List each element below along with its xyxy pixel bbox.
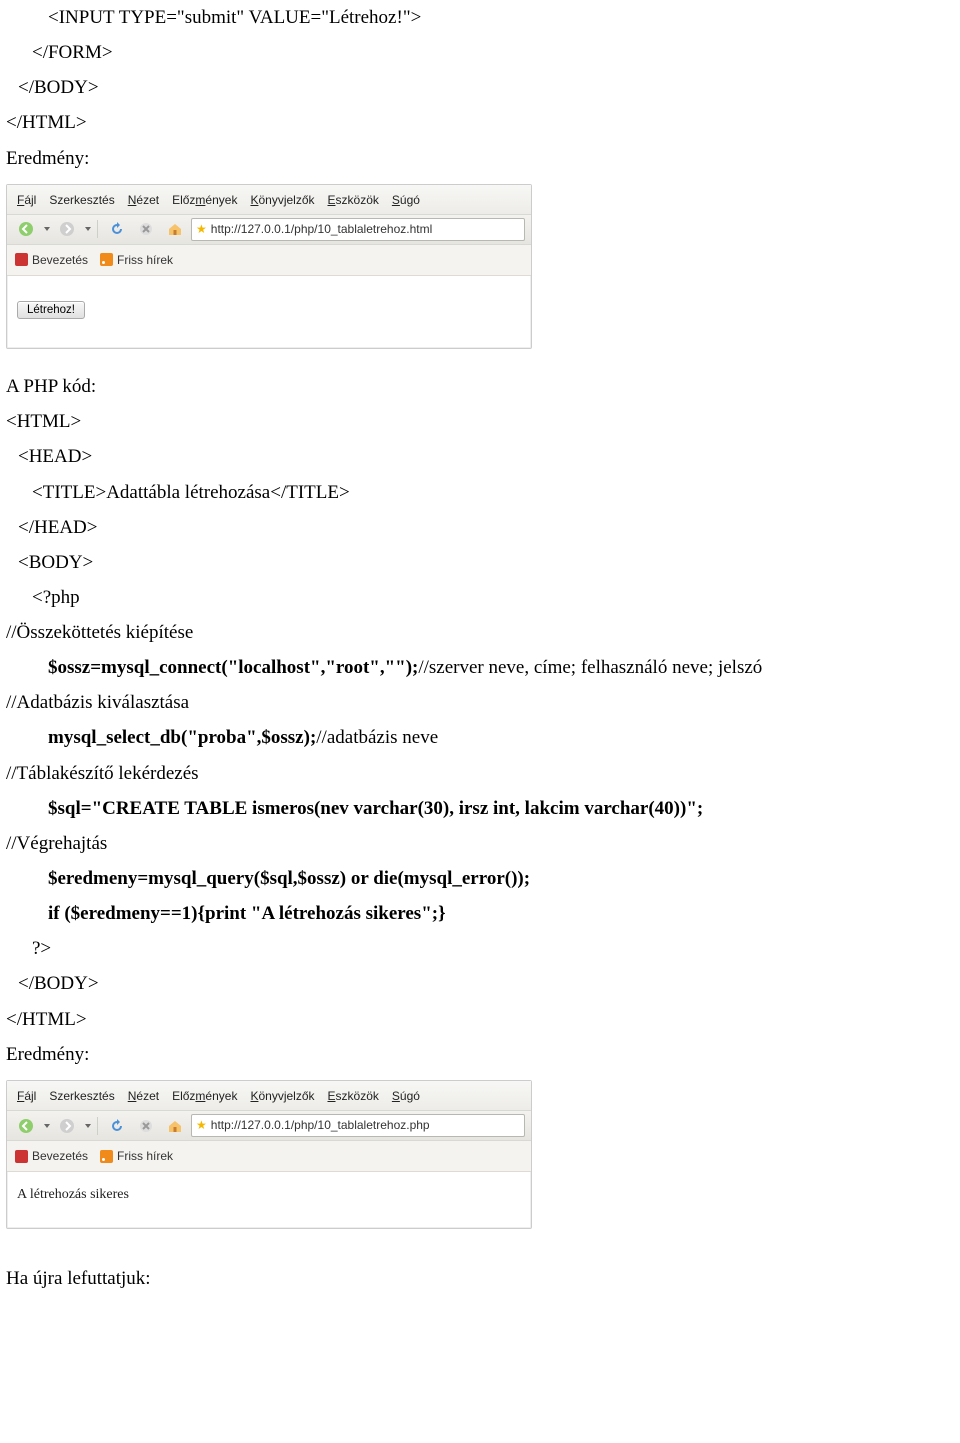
code-line: $sql="CREATE TABLE ismeros(nev varchar(3… bbox=[6, 791, 954, 826]
bookmark-label: Friss hírek bbox=[117, 1145, 173, 1167]
bookmark-star-icon: ★ bbox=[196, 1114, 207, 1136]
home-icon bbox=[167, 221, 183, 237]
stop-icon bbox=[138, 221, 154, 237]
back-history-dropdown[interactable] bbox=[44, 1124, 50, 1128]
reload-icon bbox=[109, 221, 125, 237]
result-label: Eredmény: bbox=[6, 1037, 954, 1072]
menu-edit[interactable]: Szerkesztés bbox=[49, 189, 114, 211]
output-text: A létrehozás sikeres bbox=[17, 1187, 129, 1202]
menu-tools[interactable]: Eszközök bbox=[328, 1085, 379, 1107]
create-button[interactable]: Létrehoz! bbox=[17, 301, 85, 319]
code-line: if ($eredmeny==1){print "A létrehozás si… bbox=[6, 896, 954, 931]
url-text: http://127.0.0.1/php/10_tablaletrehoz.ph… bbox=[211, 1114, 430, 1136]
comment-line: //Összeköttetés kiépítése bbox=[6, 615, 954, 650]
code-line: <HEAD> bbox=[6, 439, 954, 474]
arrow-left-icon bbox=[18, 1118, 34, 1134]
code-line: <BODY> bbox=[6, 545, 954, 580]
stop-icon bbox=[138, 1118, 154, 1134]
code-line: $ossz=mysql_connect("localhost","root","… bbox=[6, 650, 954, 685]
menu-help[interactable]: Súgó bbox=[392, 1085, 420, 1107]
bookmark-icon bbox=[15, 253, 28, 266]
code-line: <INPUT TYPE="submit" VALUE="Létrehoz!"> bbox=[6, 0, 954, 35]
forward-history-dropdown[interactable] bbox=[85, 227, 91, 231]
bookmark-intro[interactable]: Bevezetés bbox=[15, 1145, 88, 1167]
menu-bar: Fájl Szerkesztés Nézet Előzmények Könyvj… bbox=[7, 185, 531, 215]
menu-history[interactable]: Előzmények bbox=[172, 189, 237, 211]
nav-toolbar: ★ http://127.0.0.1/php/10_tablaletrehoz.… bbox=[7, 215, 531, 245]
comment-line: //Végrehajtás bbox=[6, 826, 954, 861]
menu-bookmarks[interactable]: Könyvjelzők bbox=[250, 1085, 314, 1107]
menu-tools[interactable]: Eszközök bbox=[328, 189, 379, 211]
forward-history-dropdown[interactable] bbox=[85, 1124, 91, 1128]
result-label: Eredmény: bbox=[6, 141, 954, 176]
bookmark-star-icon: ★ bbox=[196, 218, 207, 240]
code-line: <HTML> bbox=[6, 404, 954, 439]
comment-line: //Táblakészítő lekérdezés bbox=[6, 756, 954, 791]
bookmark-news[interactable]: Friss hírek bbox=[100, 1145, 173, 1167]
code-line: </BODY> bbox=[6, 966, 954, 1001]
code-line: <?php bbox=[6, 580, 954, 615]
arrow-left-icon bbox=[18, 221, 34, 237]
home-button[interactable] bbox=[162, 218, 187, 241]
rss-icon bbox=[100, 253, 113, 266]
stop-button[interactable] bbox=[133, 1114, 158, 1137]
home-button[interactable] bbox=[162, 1114, 187, 1137]
back-history-dropdown[interactable] bbox=[44, 227, 50, 231]
menu-bookmarks[interactable]: Könyvjelzők bbox=[250, 189, 314, 211]
menu-file[interactable]: Fájl bbox=[17, 189, 36, 211]
code-line: </HTML> bbox=[6, 1002, 954, 1037]
bookmark-label: Bevezetés bbox=[32, 249, 88, 271]
bookmark-intro[interactable]: Bevezetés bbox=[15, 249, 88, 271]
comment-line: //Adatbázis kiválasztása bbox=[6, 685, 954, 720]
code-line: <TITLE>Adattábla létrehozása</TITLE> bbox=[6, 475, 954, 510]
code-line: </HTML> bbox=[6, 105, 954, 140]
menu-history[interactable]: Előzmények bbox=[172, 1085, 237, 1107]
menu-view[interactable]: Nézet bbox=[128, 1085, 159, 1107]
menu-file[interactable]: Fájl bbox=[17, 1085, 36, 1107]
stop-button[interactable] bbox=[133, 218, 158, 241]
url-bar[interactable]: ★ http://127.0.0.1/php/10_tablaletrehoz.… bbox=[191, 218, 525, 241]
menu-help[interactable]: Súgó bbox=[392, 189, 420, 211]
home-icon bbox=[167, 1118, 183, 1134]
bookmark-news[interactable]: Friss hírek bbox=[100, 249, 173, 271]
arrow-right-icon bbox=[59, 221, 75, 237]
code-line: </HEAD> bbox=[6, 510, 954, 545]
code-line: ?> bbox=[6, 931, 954, 966]
rss-icon bbox=[100, 1150, 113, 1163]
nav-toolbar: ★ http://127.0.0.1/php/10_tablaletrehoz.… bbox=[7, 1111, 531, 1141]
url-bar[interactable]: ★ http://127.0.0.1/php/10_tablaletrehoz.… bbox=[191, 1114, 525, 1137]
code-line: </BODY> bbox=[6, 70, 954, 105]
menu-edit[interactable]: Szerkesztés bbox=[49, 1085, 114, 1107]
menu-bar: Fájl Szerkesztés Nézet Előzmények Könyvj… bbox=[7, 1081, 531, 1111]
browser-window: Fájl Szerkesztés Nézet Előzmények Könyvj… bbox=[6, 184, 532, 349]
code-line: mysql_select_db("proba",$ossz);//adatbáz… bbox=[6, 720, 954, 755]
browser-window: Fájl Szerkesztés Nézet Előzmények Könyvj… bbox=[6, 1080, 532, 1229]
forward-button[interactable] bbox=[54, 1114, 79, 1137]
bookmark-label: Friss hírek bbox=[117, 249, 173, 271]
reload-button[interactable] bbox=[104, 1114, 129, 1137]
bookmark-label: Bevezetés bbox=[32, 1145, 88, 1167]
menu-view[interactable]: Nézet bbox=[128, 189, 159, 211]
code-line: </FORM> bbox=[6, 35, 954, 70]
page-viewport: A létrehozás sikeres bbox=[7, 1172, 531, 1228]
back-button[interactable] bbox=[13, 218, 38, 241]
forward-button[interactable] bbox=[54, 218, 79, 241]
arrow-right-icon bbox=[59, 1118, 75, 1134]
bookmark-icon bbox=[15, 1150, 28, 1163]
url-text: http://127.0.0.1/php/10_tablaletrehoz.ht… bbox=[211, 218, 433, 240]
bookmarks-toolbar: Bevezetés Friss hírek bbox=[7, 1141, 531, 1172]
reload-icon bbox=[109, 1118, 125, 1134]
page-viewport: Létrehoz! bbox=[7, 276, 531, 348]
code-line: $eredmeny=mysql_query($sql,$ossz) or die… bbox=[6, 861, 954, 896]
back-button[interactable] bbox=[13, 1114, 38, 1137]
rerun-label: Ha újra lefuttatjuk: bbox=[6, 1261, 954, 1296]
reload-button[interactable] bbox=[104, 218, 129, 241]
bookmarks-toolbar: Bevezetés Friss hírek bbox=[7, 245, 531, 276]
section-heading: A PHP kód: bbox=[6, 369, 954, 404]
